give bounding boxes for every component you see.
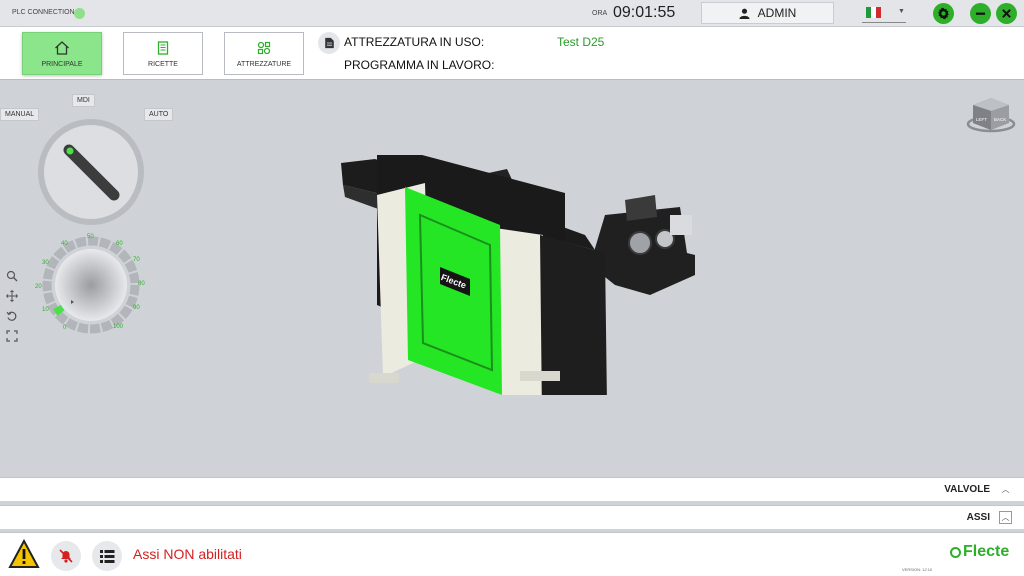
brand-logo: Flecte xyxy=(950,543,1009,561)
close-button[interactable] xyxy=(996,3,1017,24)
alarm-mute-button[interactable] xyxy=(51,541,81,571)
mode-manual-button[interactable]: MANUAL xyxy=(0,108,40,121)
language-selector-underline xyxy=(862,22,906,23)
mode-auto-button[interactable]: AUTO xyxy=(144,108,174,121)
time-label: ORA xyxy=(592,10,608,17)
close-icon xyxy=(1002,9,1011,18)
plc-connection-label: PLC CONNECTION xyxy=(12,9,75,16)
tab-label: PRINCIPALE xyxy=(41,60,83,68)
brand-name: Flecte xyxy=(963,543,1010,560)
tooling-icon xyxy=(257,41,271,54)
status-footer: Assi NON abilitati Flecte VERSION: 12.10 xyxy=(0,532,1024,576)
override-tick-10: 10 xyxy=(42,307,49,313)
override-tick-40: 40 xyxy=(61,241,68,247)
user-icon xyxy=(739,8,750,19)
tab-ricette[interactable]: RICETTE xyxy=(123,32,203,75)
rotate-icon[interactable] xyxy=(5,309,19,322)
valves-panel[interactable]: VALVOLE ︿ xyxy=(0,477,1024,501)
override-tick-50: 50 xyxy=(87,234,94,240)
machine-model: Flecte xyxy=(341,155,695,395)
mode-selector-knob[interactable] xyxy=(36,117,146,227)
tab-attrezzature[interactable]: ATTREZZATURE xyxy=(224,32,304,75)
tab-principale[interactable]: PRINCIPALE xyxy=(22,32,102,75)
program-label: PROGRAMMA IN LAVORO: xyxy=(344,58,495,72)
mode-mdi-button[interactable]: MDI xyxy=(72,94,95,107)
user-button[interactable]: ADMIN xyxy=(701,2,834,24)
override-tick-60: 60 xyxy=(116,241,123,247)
valves-panel-title: VALVOLE xyxy=(944,484,990,495)
fit-icon[interactable] xyxy=(5,329,19,342)
home-icon xyxy=(55,40,69,55)
minus-icon xyxy=(975,12,986,15)
axes-panel[interactable]: ASSI ︿ xyxy=(0,505,1024,529)
pan-icon[interactable] xyxy=(5,289,19,302)
main-toolbar: PRINCIPALE RICETTE ATTREZZATURE ATTREZZA… xyxy=(0,27,1024,80)
override-dial[interactable]: 0 10 20 30 40 50 60 70 80 90 100 xyxy=(29,227,154,337)
view-cube-left-label: LEFT xyxy=(976,117,987,122)
list-icon xyxy=(99,549,114,563)
viewport-tools xyxy=(5,269,19,342)
language-flag-icon[interactable] xyxy=(866,7,881,18)
warning-icon[interactable] xyxy=(8,539,40,569)
chevron-down-icon[interactable]: ▼ xyxy=(898,8,905,15)
override-tick-20: 20 xyxy=(35,284,42,290)
tab-label: ATTREZZATURE xyxy=(236,60,292,68)
override-tick-80: 80 xyxy=(138,281,145,287)
settings-button[interactable] xyxy=(933,3,954,24)
document-icon xyxy=(324,37,334,49)
chevron-up-icon[interactable]: ︿ xyxy=(999,483,1012,496)
recipe-icon xyxy=(157,40,169,55)
view-cube[interactable]: LEFT BACK xyxy=(965,94,1017,136)
view-cube-back-label: BACK xyxy=(994,117,1006,122)
override-tick-90: 90 xyxy=(133,305,140,311)
axes-panel-title: ASSI xyxy=(966,512,990,523)
status-message: Assi NON abilitati xyxy=(133,546,242,562)
chevron-up-icon[interactable]: ︿ xyxy=(999,511,1012,524)
brand-mark-icon xyxy=(950,546,961,558)
user-name: ADMIN xyxy=(757,6,797,20)
tooling-in-use-label: ATTREZZATURA IN USO: xyxy=(344,35,485,49)
override-tick-70: 70 xyxy=(133,257,140,263)
minimize-button[interactable] xyxy=(970,3,991,24)
override-tick-30: 30 xyxy=(42,260,49,266)
tooling-in-use-value: Test D25 xyxy=(557,35,605,49)
plc-status-indicator xyxy=(74,8,85,19)
clock: 09:01:55 xyxy=(613,4,676,21)
tab-label: RICETTE xyxy=(148,60,178,68)
bell-off-icon xyxy=(59,549,73,563)
version-label: VERSION: 12.10 xyxy=(902,567,933,572)
alarm-list-button[interactable] xyxy=(92,541,122,571)
zoom-icon[interactable] xyxy=(5,269,19,282)
gear-icon xyxy=(938,7,949,20)
document-button[interactable] xyxy=(318,32,340,54)
override-tick-100: 100 xyxy=(113,324,124,330)
machine-3d-viewport[interactable]: MDI MANUAL AUTO 0 10 20 30 40 50 60 70 8… xyxy=(0,80,1024,476)
top-status-bar: PLC CONNECTION ORA 09:01:55 ADMIN ▼ xyxy=(0,0,1024,27)
